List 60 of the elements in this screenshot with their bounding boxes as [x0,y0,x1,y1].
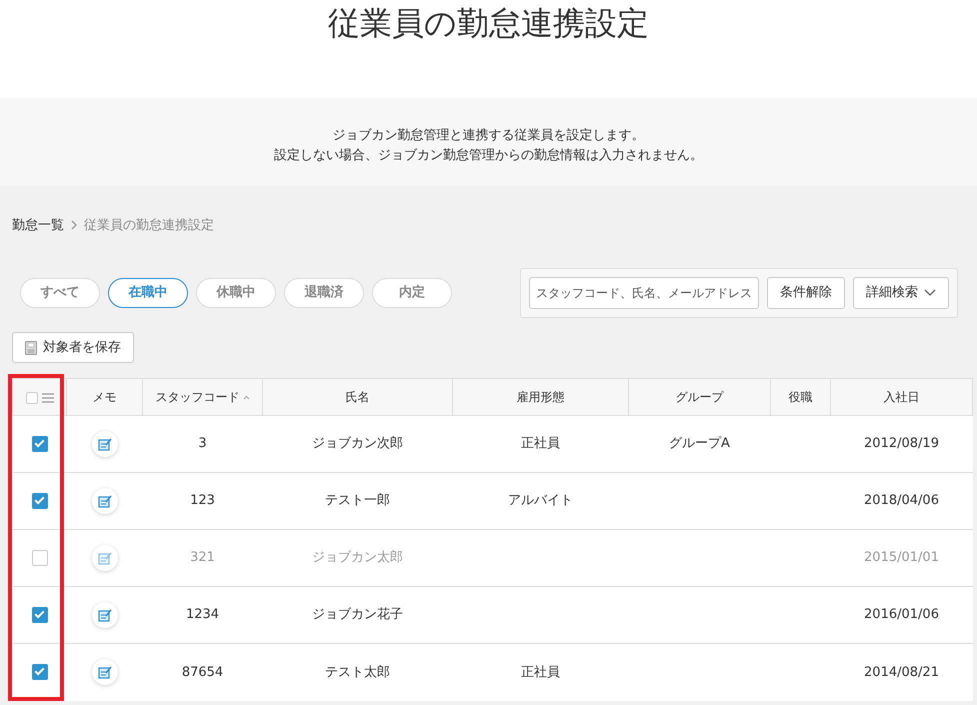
table-cell: ジョブカン花子 [312,607,403,622]
row-checkbox[interactable] [32,606,48,623]
table-cell: 123 [190,493,215,508]
breadcrumb-link[interactable]: 勤怠一覧 [12,218,64,233]
row-checkbox[interactable] [32,492,48,509]
row-checkbox[interactable] [32,436,48,452]
menu-icon[interactable] [42,392,54,403]
breadcrumb-current: 従業員の勤怠連携設定 [84,218,214,233]
filter-tab[interactable]: すべて [20,278,100,308]
chevron-icon [70,220,78,230]
filter-tab[interactable]: 内定 [372,278,452,308]
filter-tab[interactable]: 退職済 [284,278,364,308]
select-all-checkbox[interactable] [26,392,38,404]
column-header: 氏名 [346,390,370,404]
memo-button[interactable] [92,430,118,457]
memo-icon [98,436,112,451]
save-icon [25,340,37,354]
table-cell: アルバイト [508,493,573,508]
column-header: 雇用形態 [516,390,564,404]
memo-button[interactable] [92,659,118,685]
memo-icon [98,550,112,565]
row-checkbox[interactable] [32,550,48,566]
table-cell: 2012/08/19 [864,436,939,452]
memo-button[interactable] [92,602,118,628]
column-header: グループ [676,390,724,404]
table-cell: 87654 [182,664,224,680]
filter-tab[interactable]: 在職中 [108,278,188,308]
memo-button[interactable] [92,488,118,514]
memo-icon [98,665,112,679]
sort-icon [242,395,250,400]
column-header: 役職 [788,390,812,404]
description-text: 設定しない場合、ジョブカン勤怠管理からの勤怠情報は入力されません。 [274,147,703,165]
table-cell: 2015/01/01 [864,550,939,566]
table-cell: 2018/04/06 [864,493,939,508]
table-cell: ジョブカン次郎 [312,436,403,452]
memo-button[interactable] [92,544,118,571]
memo-icon [98,494,112,508]
description-text: ジョブカン勤怠管理と連携する従業員を設定します。 [332,127,644,145]
table-cell: 1234 [186,607,220,622]
table-cell: グループA [669,436,730,452]
table-cell: 正社員 [521,436,560,452]
table-cell: ジョブカン太郎 [312,550,403,566]
page-title: 従業員の勤怠連携設定 [328,4,649,42]
row-checkbox[interactable] [32,664,48,680]
table-cell: 正社員 [521,664,560,680]
advanced-search-button[interactable]: 詳細検索 [853,277,949,309]
search-field[interactable]: スタッフコード、氏名、メールアドレス [529,277,759,309]
column-header: 入社日 [884,390,920,404]
save-button[interactable]: 対象者を保存 [12,332,134,363]
table-cell: テスト一郎 [325,493,390,508]
clear-button[interactable]: 条件解除 [767,277,845,309]
table-cell: 2014/08/21 [864,664,939,680]
filter-tab[interactable]: 休職中 [196,278,276,308]
table-cell: テスト太郎 [325,664,390,680]
memo-icon [98,608,112,622]
caret-icon [924,289,936,297]
table-cell: 3 [198,436,207,452]
table-cell: 2016/01/06 [864,607,939,622]
column-header: メモ [92,390,116,404]
table-cell: 321 [190,550,215,566]
